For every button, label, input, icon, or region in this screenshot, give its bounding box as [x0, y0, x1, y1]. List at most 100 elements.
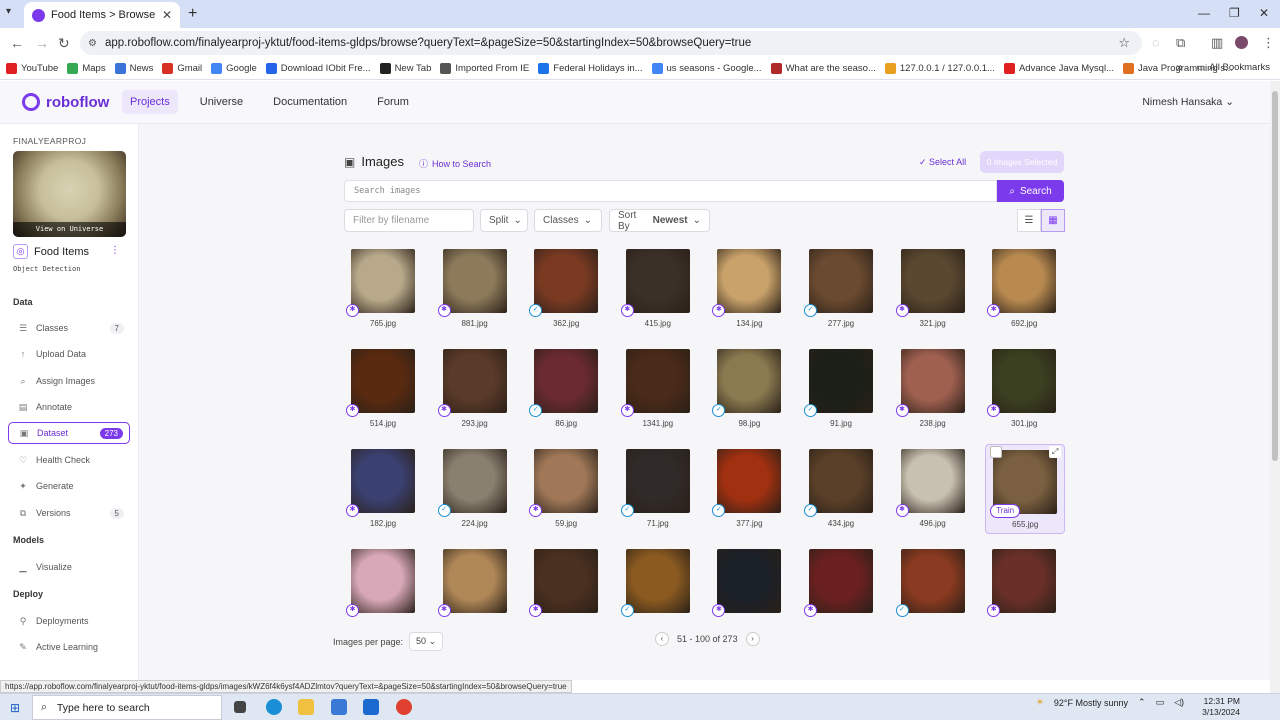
bookmark-item[interactable]: New Tab [379, 63, 431, 74]
site-info-icon[interactable]: ⚙ [88, 38, 97, 49]
image-thumbnail[interactable] [625, 449, 690, 513]
image-card[interactable]: ✱ 134.jpg [710, 244, 790, 334]
image-card[interactable]: ✓ 377.jpg [710, 444, 790, 534]
mail-icon[interactable] [363, 699, 379, 715]
search-input[interactable]: Search images [344, 180, 997, 202]
edge-icon[interactable] [266, 699, 282, 715]
image-card[interactable]: ✱ 59.jpg [527, 444, 607, 534]
sidebar-item-annotate[interactable]: ▤ Annotate [8, 396, 130, 418]
all-bookmarks[interactable]: ▭ All Bookmarks [1196, 62, 1270, 73]
user-menu[interactable]: Nimesh Hansaka ⌄ [1142, 96, 1234, 108]
image-card[interactable]: ✱ 293.jpg [436, 344, 516, 434]
windows-start-icon[interactable]: ⊞ [10, 701, 20, 715]
back-icon[interactable]: ← [10, 35, 24, 51]
image-card[interactable]: ✱ 765.jpg [344, 244, 424, 334]
image-thumbnail[interactable] [351, 549, 415, 613]
image-thumbnail[interactable] [992, 349, 1057, 413]
store-icon[interactable] [331, 699, 347, 715]
bookmark-item[interactable]: What are the seaso... [770, 63, 876, 74]
volume-icon[interactable]: ◁) [1174, 697, 1184, 708]
bookmark-item[interactable]: Imported From IE [440, 63, 529, 74]
image-card[interactable]: ✱ 496.jpg [894, 444, 974, 534]
image-card[interactable]: ✱ 881.jpg [436, 244, 516, 334]
image-card[interactable]: ✱ 301.jpg [985, 344, 1065, 434]
select-all-button[interactable]: ✓ Select All [919, 157, 966, 168]
image-thumbnail[interactable] [442, 549, 507, 613]
per-page-select[interactable]: 50 ⌄ [409, 632, 444, 651]
image-thumbnail[interactable] [351, 249, 415, 313]
bookmark-star-icon[interactable]: ☆ [1118, 35, 1130, 51]
taskbar-search[interactable]: ⌕ Type here to search [32, 695, 222, 720]
grid-view-icon[interactable]: ▦ [1041, 209, 1065, 232]
image-thumbnail[interactable] [809, 549, 873, 613]
image-card[interactable]: ✱ 1341.jpg [619, 344, 699, 434]
extension-icon[interactable]: ◌ [1152, 35, 1160, 50]
image-card[interactable]: ✱ [985, 544, 1065, 624]
sidebar-item-assign-images[interactable]: ⌕ Assign Images [8, 370, 130, 392]
bookmark-item[interactable]: Maps [67, 63, 106, 74]
filename-filter-input[interactable]: Filter by filename [344, 209, 474, 232]
image-card[interactable]: ✱ [527, 544, 607, 624]
more-bookmarks-icon[interactable]: » [1176, 60, 1183, 74]
bookmark-item[interactable]: Download IObit Fre... [265, 63, 371, 74]
image-card[interactable]: ✱ [344, 544, 424, 624]
side-panel-icon[interactable]: ▥ [1211, 35, 1223, 51]
project-menu-icon[interactable]: ⋮ [110, 245, 120, 256]
list-view-icon[interactable]: ☰ [1017, 209, 1041, 232]
image-thumbnail[interactable] [442, 449, 507, 513]
image-card[interactable]: ✱ [436, 544, 516, 624]
classes-dropdown[interactable]: Classes ⌄ [534, 209, 602, 232]
image-thumbnail[interactable] [442, 249, 507, 313]
image-thumbnail[interactable] [809, 449, 873, 513]
sidebar-item-upload-data[interactable]: ↑ Upload Data [8, 343, 130, 365]
bookmark-item[interactable]: Gmail [162, 63, 202, 74]
images-selected-button[interactable]: 0 Images Selected [980, 151, 1064, 173]
image-card[interactable]: ✓ 91.jpg [802, 344, 882, 434]
image-thumbnail[interactable] [900, 249, 965, 313]
image-thumbnail[interactable] [534, 249, 599, 313]
image-card[interactable]: ✓ 224.jpg [436, 444, 516, 534]
image-card[interactable]: ✓ 277.jpg [802, 244, 882, 334]
reload-icon[interactable]: ↻ [58, 35, 70, 52]
clock[interactable]: 12:31 PM 3/13/2024 [1202, 696, 1240, 718]
select-checkbox[interactable] [990, 446, 1003, 458]
close-tab-icon[interactable]: ✕ [162, 8, 172, 22]
image-thumbnail[interactable] [900, 449, 965, 513]
page-scrollbar[interactable] [1270, 81, 1280, 693]
bookmark-item[interactable]: Advance Java Mysql... [1003, 63, 1114, 74]
sidebar-item-versions[interactable]: ⧉ Versions 5 [8, 502, 130, 524]
network-icon[interactable]: ▭ [1156, 697, 1165, 708]
bookmark-item[interactable]: Google [211, 63, 257, 74]
bookmark-item[interactable]: YouTube [6, 63, 58, 74]
image-card[interactable]: ✓ 434.jpg [802, 444, 882, 534]
sort-dropdown[interactable]: Sort By Newest ⌄ [609, 209, 710, 232]
view-on-universe-link[interactable]: View on Universe [13, 222, 126, 237]
image-card[interactable]: ✓ [894, 544, 974, 624]
image-thumbnail[interactable] [442, 349, 507, 413]
image-card[interactable]: ✓ 71.jpg [619, 444, 699, 534]
bookmark-item[interactable]: News [114, 63, 153, 74]
restore-icon[interactable]: ❐ [1229, 6, 1240, 20]
scrollbar-thumb[interactable] [1272, 91, 1278, 461]
expand-icon[interactable]: ⤢ [1049, 446, 1062, 458]
image-thumbnail[interactable] [900, 549, 965, 613]
search-button[interactable]: ⌕ Search [997, 180, 1064, 202]
nav-forum[interactable]: Forum [369, 90, 417, 114]
bookmark-item[interactable]: Federal Holidays in... [538, 63, 643, 74]
task-view-icon[interactable] [234, 701, 246, 713]
forward-icon[interactable]: → [35, 35, 49, 51]
file-explorer-icon[interactable] [298, 699, 314, 715]
browser-tab[interactable]: Food Items > Browse ✕ [24, 2, 180, 28]
next-page-icon[interactable]: › [745, 632, 760, 646]
prev-page-icon[interactable]: ‹ [655, 632, 669, 646]
image-thumbnail[interactable] [625, 249, 690, 313]
sidebar-item-health-check[interactable]: ♡ Health Check [8, 449, 130, 471]
url-bar[interactable]: ⚙ app.roboflow.com/finalyearproj-yktut/f… [80, 31, 1142, 55]
extensions-puzzle-icon[interactable]: ⧉ [1176, 35, 1185, 51]
image-card[interactable]: ✱ 692.jpg [985, 244, 1065, 334]
image-card[interactable]: ✱ 238.jpg [894, 344, 974, 434]
image-thumbnail[interactable] [351, 449, 415, 513]
bookmark-item[interactable]: 127.0.0.1 / 127.0.0.1... [884, 63, 995, 74]
nav-universe[interactable]: Universe [192, 90, 251, 114]
image-card[interactable]: ✱ 415.jpg [619, 244, 699, 334]
